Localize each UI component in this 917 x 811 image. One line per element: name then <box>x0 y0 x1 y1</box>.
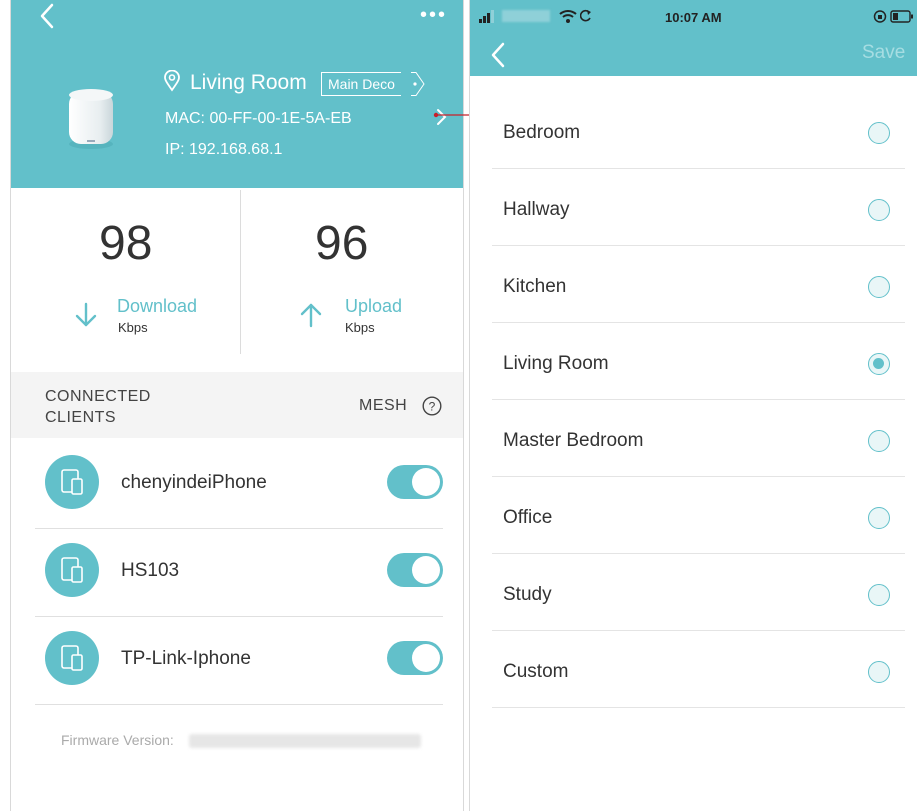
client-avatar <box>45 455 99 509</box>
download-label: Download <box>117 296 198 316</box>
speed-divider <box>240 190 241 354</box>
room-option-row[interactable]: Office <box>492 477 905 554</box>
room-radio[interactable] <box>868 507 890 529</box>
room-option-row[interactable]: Kitchen <box>492 246 905 323</box>
nav-bar <box>470 34 917 76</box>
toggle-knob <box>412 644 440 672</box>
client-row[interactable]: TP-Link-Iphone <box>35 616 443 705</box>
connected-clients-title: CONNECTED CLIENTS <box>45 388 151 426</box>
room-option-label: Master Bedroom <box>503 430 644 451</box>
status-time: 10:07 AM <box>665 10 722 25</box>
upload-speed-value: 96 <box>315 217 369 270</box>
client-avatar <box>45 631 99 685</box>
client-toggle[interactable] <box>387 553 443 587</box>
save-button[interactable]: Save <box>862 42 905 64</box>
room-option-row[interactable]: Study <box>492 554 905 631</box>
firmware-version-label: Firmware Version: <box>61 732 174 748</box>
room-radio[interactable] <box>868 430 890 452</box>
room-option-label: Custom <box>503 661 569 682</box>
room-radio[interactable] <box>868 661 890 683</box>
download-unit: Kbps <box>118 320 148 335</box>
main-deco-badge: Main Deco <box>321 72 401 96</box>
room-option-label: Office <box>503 507 553 528</box>
client-toggle[interactable] <box>387 641 443 675</box>
room-option-label: Bedroom <box>503 122 581 143</box>
client-row[interactable]: chenyindeiPhone <box>35 440 443 529</box>
room-option-row[interactable]: Living Room <box>492 323 905 400</box>
download-arrow-icon <box>75 302 97 327</box>
room-radio[interactable] <box>868 353 890 375</box>
device-ip: IP: 192.168.68.1 <box>165 141 283 158</box>
room-option-row[interactable]: Hallway <box>492 169 905 246</box>
client-device-icon <box>61 557 83 583</box>
device-detail-screen: ••• Living Room Main Deco MAC: 00-FF-00-… <box>10 0 464 811</box>
room-option-label: Study <box>503 584 552 605</box>
upload-label: Upload <box>345 296 403 316</box>
room-radio[interactable] <box>868 276 890 298</box>
badge-tip-icon <box>411 72 425 96</box>
help-icon[interactable]: ? <box>422 396 442 416</box>
client-row[interactable]: HS103 <box>35 528 443 617</box>
upload-arrow-icon <box>300 303 322 328</box>
client-name: HS103 <box>121 560 180 581</box>
room-option-row[interactable]: Master Bedroom <box>492 400 905 477</box>
upload-unit: Kbps <box>345 320 375 335</box>
toggle-knob <box>412 468 440 496</box>
lock-icon <box>873 10 887 23</box>
more-icon[interactable]: ••• <box>420 5 447 25</box>
room-radio[interactable] <box>868 584 890 606</box>
wifi-icon <box>559 10 577 23</box>
sync-icon <box>580 9 591 22</box>
mesh-label: MESH <box>359 397 408 414</box>
client-device-icon <box>61 469 83 495</box>
room-option-label: Hallway <box>503 199 570 220</box>
room-radio[interactable] <box>868 122 890 144</box>
battery-icon <box>890 10 913 23</box>
room-option-row[interactable]: Bedroom <box>492 92 905 169</box>
client-name: chenyindeiPhone <box>121 472 267 493</box>
deco-device-icon <box>69 89 113 149</box>
client-name: TP-Link-Iphone <box>121 648 251 669</box>
toggle-knob <box>412 556 440 584</box>
room-radio[interactable] <box>868 199 890 221</box>
back-chevron-icon[interactable] <box>490 42 506 68</box>
back-chevron-icon[interactable] <box>39 3 55 29</box>
firmware-version-redacted <box>189 734 421 748</box>
help-glyph: ? <box>429 400 436 414</box>
client-avatar <box>45 543 99 597</box>
client-toggle[interactable] <box>387 465 443 499</box>
room-option-label: Living Room <box>503 353 609 374</box>
client-device-icon <box>61 645 83 671</box>
radio-dot <box>873 358 884 369</box>
room-option-row[interactable]: Custom <box>492 631 905 708</box>
signal-icon <box>479 10 494 23</box>
download-speed-value: 98 <box>99 217 153 270</box>
carrier-redacted <box>502 10 550 22</box>
device-mac: MAC: 00-FF-00-1E-5A-EB <box>165 110 352 127</box>
location-pin-icon <box>164 70 180 92</box>
room-select-screen: 10:07 AM Save Bedroom Hallway Kitchen Livin… <box>469 0 917 811</box>
device-room-name[interactable]: Living Room <box>190 71 307 95</box>
room-option-label: Kitchen <box>503 276 567 297</box>
